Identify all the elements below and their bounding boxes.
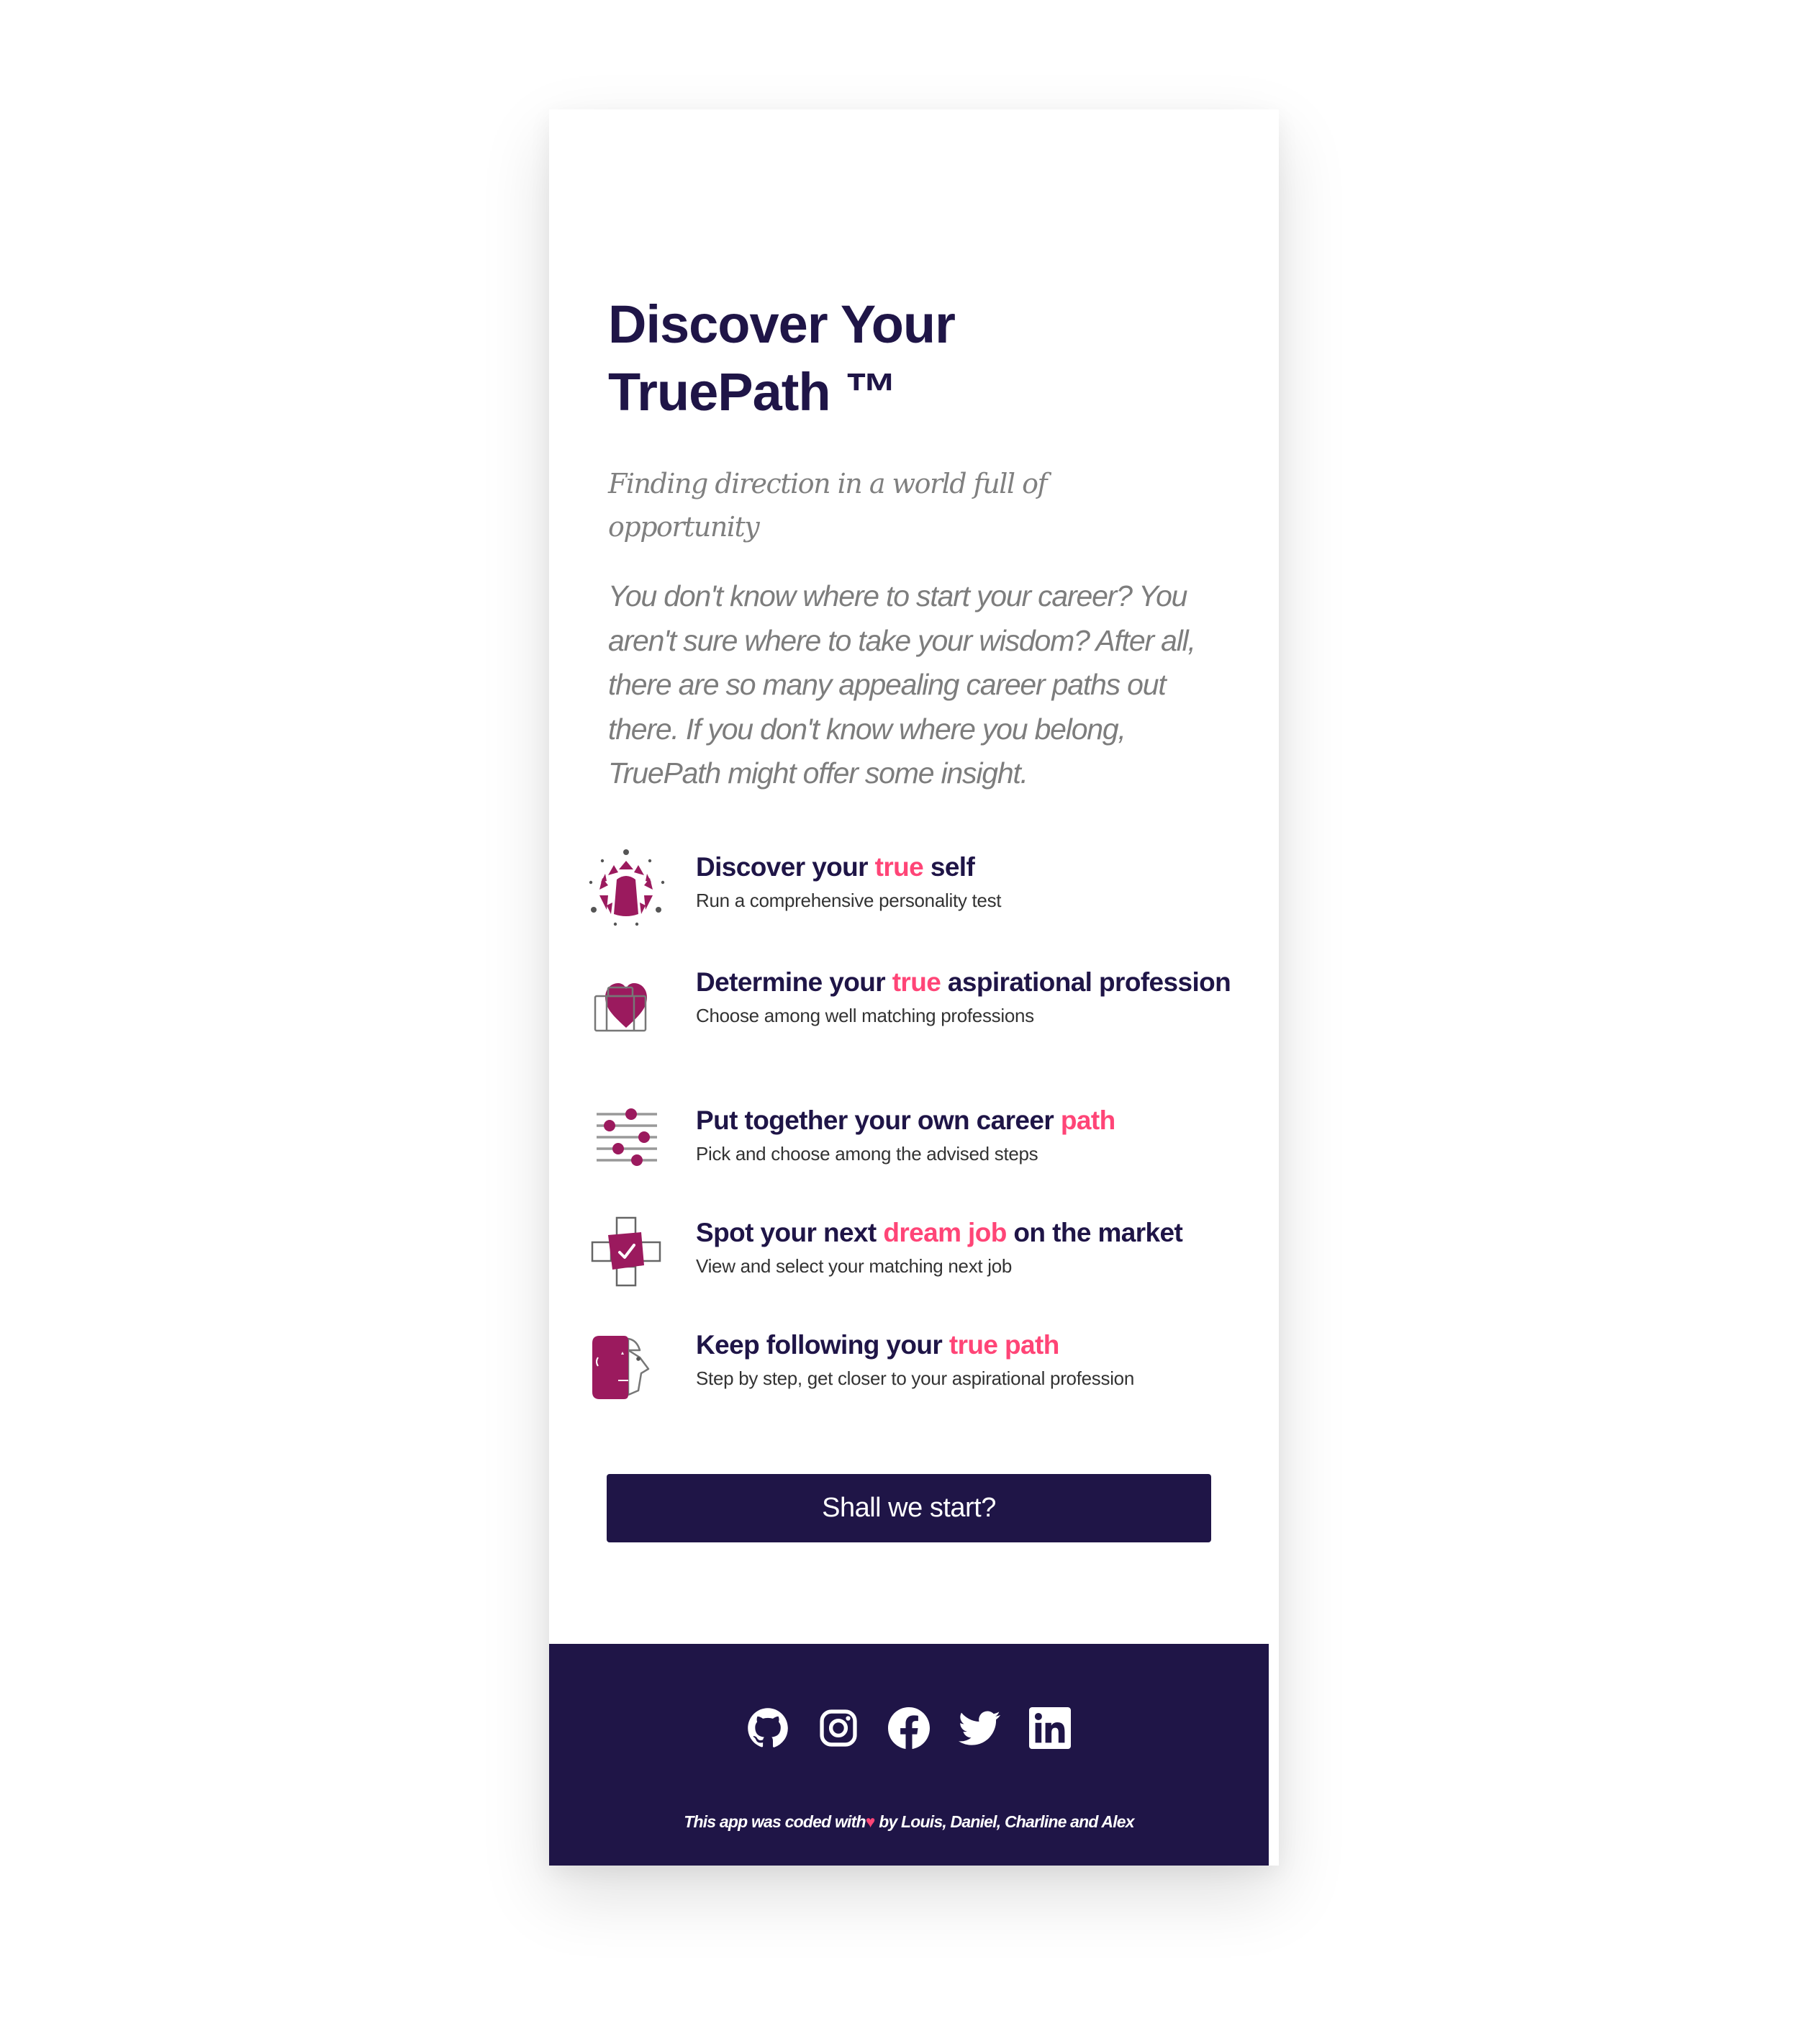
feature-description: Pick and choose among the advised steps — [696, 1143, 1038, 1165]
feature-text: Keep following your true path Step by st… — [696, 1329, 1257, 1392]
feature-title-text: aspirational profession — [941, 967, 1231, 997]
feature-text: Spot your next dream job on the market V… — [696, 1216, 1257, 1280]
feature-title-text: Spot your next — [696, 1218, 884, 1247]
instagram-icon — [820, 1709, 857, 1747]
page-title: Discover Your TruePath ™ — [608, 294, 956, 422]
github-link[interactable] — [747, 1707, 789, 1749]
footer: This app was coded with♥ by Louis, Danie… — [549, 1644, 1269, 1866]
feature-title-text: Determine your — [696, 967, 892, 997]
instagram-link[interactable] — [818, 1707, 859, 1749]
feature-title: Determine your true aspirational profess… — [696, 966, 1257, 999]
feature-title: Put together your own career path — [696, 1104, 1257, 1137]
linkedin-link[interactable] — [1029, 1707, 1071, 1749]
credit-text: This app was coded with♥ by Louis, Danie… — [549, 1812, 1269, 1832]
sliders-icon — [587, 1100, 666, 1179]
feature-description: Step by step, get closer to your aspirat… — [696, 1367, 1134, 1389]
credit-text-before: This app was coded with — [684, 1812, 866, 1831]
feature-description: Run a comprehensive personality test — [696, 890, 1002, 911]
feature-title-highlight: path — [1060, 1106, 1115, 1135]
feature-description: Choose among well matching professions — [696, 1005, 1034, 1026]
facebook-link[interactable] — [888, 1707, 930, 1749]
landing-card: Discover Your TruePath ™ Finding directi… — [549, 109, 1279, 1866]
heart-icon: ♥ — [865, 1812, 876, 1831]
feature-title: Keep following your true path — [696, 1329, 1257, 1362]
feature-title-highlight: true path — [949, 1330, 1059, 1360]
feature-title-text: self — [923, 852, 975, 882]
twitter-icon — [959, 1711, 1000, 1745]
feature-text: Discover your true self Run a comprehens… — [696, 851, 1257, 914]
feature-title-highlight: true — [892, 967, 941, 997]
feature-title: Discover your true self — [696, 851, 1257, 884]
two-faces-icon — [587, 1329, 666, 1408]
facebook-icon — [888, 1707, 930, 1749]
heart-briefcase-icon — [587, 966, 666, 1045]
twitter-link[interactable] — [959, 1707, 1000, 1749]
feature-title-text: Keep following your — [696, 1330, 949, 1360]
start-button[interactable]: Shall we start? — [607, 1474, 1211, 1542]
feature-text: Determine your true aspirational profess… — [696, 966, 1257, 1029]
github-icon — [748, 1708, 788, 1748]
social-links — [549, 1707, 1269, 1749]
feature-title-text: on the market — [1006, 1218, 1183, 1247]
feature-title-text: Discover your — [696, 852, 875, 882]
feature-title-text: Put together your own career — [696, 1106, 1061, 1135]
feature-text: Put together your own career path Pick a… — [696, 1104, 1257, 1167]
credit-text-after: by Louis, Daniel, Charline and Alex — [874, 1812, 1134, 1831]
feature-title-highlight: true — [874, 852, 924, 882]
checkbox-cross-icon — [587, 1213, 666, 1293]
linkedin-icon — [1029, 1707, 1071, 1749]
personality-gem-icon — [587, 848, 666, 927]
feature-title: Spot your next dream job on the market — [696, 1216, 1257, 1249]
feature-title-highlight: dream job — [883, 1218, 1007, 1247]
intro-paragraph: You don't know where to start your caree… — [608, 579, 1196, 790]
page-subtitle: Finding direction in a world full of opp… — [608, 468, 1048, 543]
feature-description: View and select your matching next job — [696, 1255, 1013, 1277]
